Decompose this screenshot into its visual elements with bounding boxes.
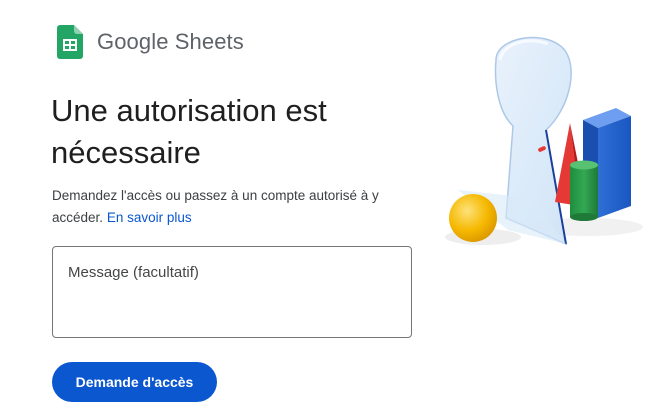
learn-more-link[interactable]: En savoir plus [107, 210, 192, 225]
message-input[interactable] [53, 247, 411, 337]
brand-name: Google Sheets [97, 29, 244, 55]
brand-product-word: Sheets [174, 29, 244, 54]
page-title: Une autorisation est nécessaire [51, 93, 327, 170]
description-text: Demandez l'accès ou passez à un compte a… [52, 188, 379, 225]
brand-header: Google Sheets [57, 25, 244, 59]
google-sheets-logo-icon [57, 25, 83, 59]
page-description: Demandez l'accès ou passez à un compte a… [52, 185, 412, 229]
request-access-button[interactable]: Demande d'accès [52, 362, 217, 402]
keyhole-with-shapes-illustration [445, 36, 643, 246]
brand-google-word: Google [97, 29, 169, 54]
message-field[interactable] [52, 246, 412, 338]
